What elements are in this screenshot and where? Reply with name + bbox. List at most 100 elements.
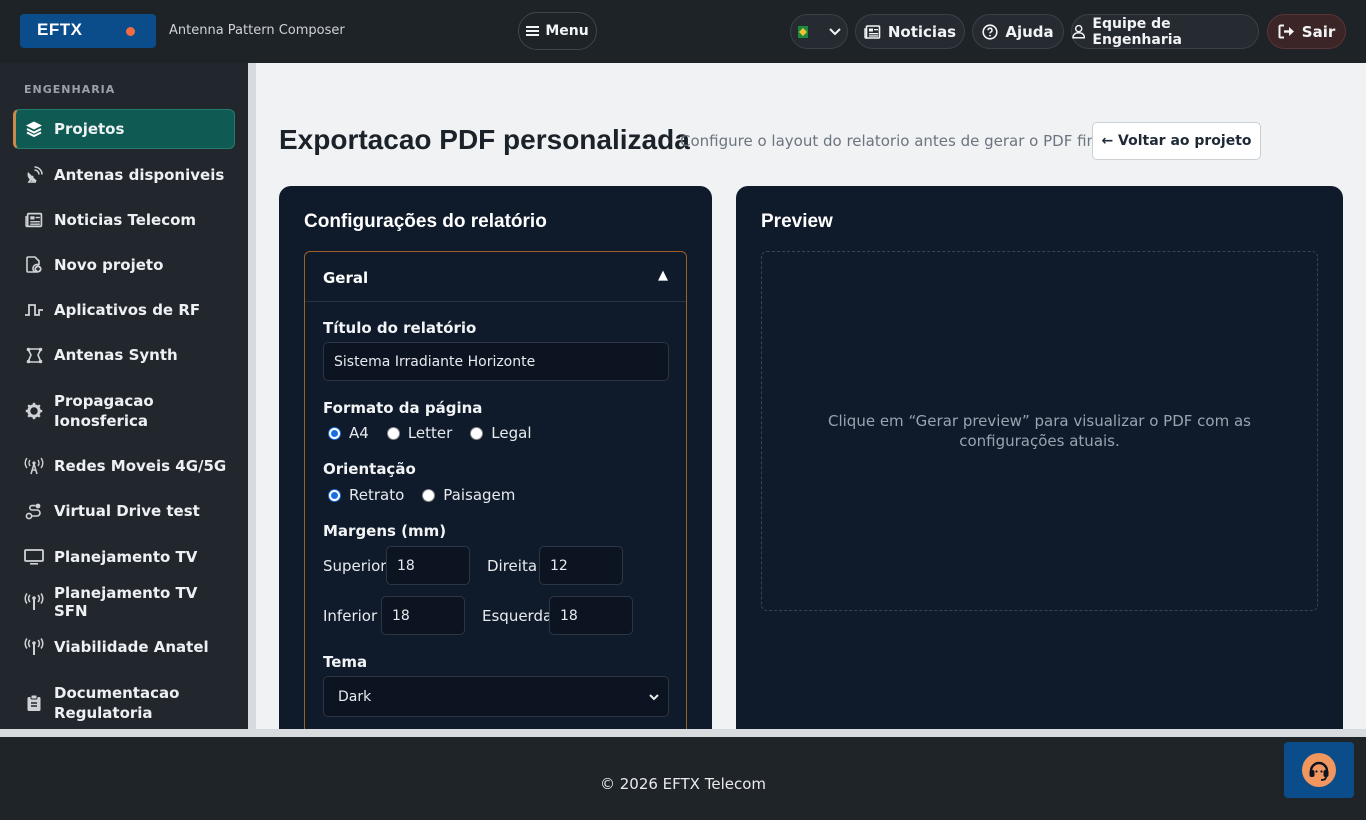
- logout-button[interactable]: Sair: [1267, 14, 1346, 49]
- app-subtitle: Antenna Pattern Composer: [169, 23, 345, 38]
- format-radio-a4[interactable]: A4: [328, 424, 369, 442]
- orientation-radio-retrato[interactable]: Retrato: [328, 486, 404, 504]
- menu-label: Menu: [545, 23, 589, 39]
- support-chat-button[interactable]: [1284, 742, 1354, 798]
- theme-selected-value: Dark: [338, 688, 372, 705]
- route-icon: [23, 500, 45, 522]
- margin-top-input[interactable]: 18: [386, 546, 470, 585]
- exit-label: Sair: [1301, 22, 1336, 41]
- general-accordion-header[interactable]: Geral ▲: [305, 252, 686, 302]
- sidebar: ENGENHARIA Projetos Antenas disponiveis …: [0, 63, 248, 729]
- sidebar-item-novo-projeto[interactable]: Novo projeto: [13, 254, 235, 276]
- radio-label: Legal: [491, 424, 532, 442]
- sidebar-item-projetos[interactable]: Projetos: [13, 109, 235, 149]
- brand-name: EFTX: [37, 20, 83, 39]
- sidebar-item-propagacao-ionosferica[interactable]: Propagacao Ionosferica: [13, 391, 235, 431]
- sidebar-item-antenas-synth[interactable]: Antenas Synth: [13, 344, 235, 366]
- sidebar-item-label: Propagacao Ionosferica: [54, 392, 154, 430]
- orientation-label: Orientação: [323, 460, 416, 478]
- sidebar-item-virtual-drive-test[interactable]: Virtual Drive test: [13, 500, 235, 522]
- sidebar-item-label: Redes Moveis 4G/5G: [54, 457, 227, 475]
- caret-up-icon: ▲: [658, 268, 668, 283]
- report-settings-card: Configurações do relatório Geral ▲ Títul…: [279, 186, 712, 729]
- news-button[interactable]: Noticias: [855, 14, 965, 49]
- page-description: Configure o layout do relatorio antes de…: [680, 132, 1115, 150]
- theme-select[interactable]: Dark: [323, 676, 669, 717]
- chevron-down-icon: [828, 27, 841, 35]
- team-label: Equipe de Engenharia: [1092, 15, 1182, 48]
- layers-icon: [23, 118, 45, 140]
- gear-icon: [23, 400, 45, 422]
- brand-logo[interactable]: EFTX: [20, 14, 156, 48]
- preview-area: Clique em “Gerar preview” para visualiza…: [761, 251, 1318, 611]
- margin-left-label: Esquerda: [482, 607, 553, 625]
- broadcast-icon: [23, 636, 45, 658]
- footer: © 2026 EFTX Telecom: [0, 737, 1366, 820]
- user-icon: [1072, 24, 1086, 39]
- footer-separator: [0, 729, 1366, 737]
- accordion-title: Geral: [323, 269, 369, 287]
- theme-label: Tema: [323, 653, 368, 671]
- sidebar-item-redes-moveis[interactable]: Redes Moveis 4G/5G: [13, 455, 235, 477]
- radio-indicator: [470, 426, 484, 440]
- margin-left-input[interactable]: 18: [549, 596, 633, 635]
- sidebar-item-aplicativos-rf[interactable]: Aplicativos de RF: [13, 299, 235, 321]
- synth-shape-icon: [23, 344, 45, 366]
- hamburger-icon: [526, 26, 540, 36]
- radio-selected-indicator: [328, 426, 341, 440]
- satellite-dish-icon: [23, 164, 45, 186]
- radio-label: Letter: [407, 424, 453, 442]
- menu-button[interactable]: Menu: [518, 12, 597, 50]
- margin-bottom-label: Inferior: [323, 607, 378, 625]
- user-team-button[interactable]: Equipe de Engenharia: [1071, 14, 1259, 49]
- sidebar-divider: [248, 63, 256, 729]
- format-radio-legal[interactable]: Legal: [470, 424, 532, 442]
- sidebar-item-label: Planejamento TV SFN: [54, 584, 198, 620]
- back-to-project-button[interactable]: ← Voltar ao projeto: [1092, 122, 1261, 160]
- sidebar-item-label: Documentacao Regulatoria: [54, 684, 180, 722]
- preview-placeholder: Clique em “Gerar preview” para visualiza…: [828, 412, 1251, 450]
- orientation-radio-paisagem[interactable]: Paisagem: [422, 486, 515, 504]
- clipboard-icon: [23, 692, 45, 714]
- sidebar-item-noticias-telecom[interactable]: Noticias Telecom: [13, 209, 235, 231]
- sidebar-item-documentacao-regulatoria[interactable]: Documentacao Regulatoria: [13, 683, 235, 723]
- general-accordion: Geral ▲ Título do relatório Sistema Irra…: [304, 251, 687, 729]
- margin-right-label: Direita: [487, 557, 538, 575]
- radio-selected-indicator: [328, 488, 341, 502]
- sidebar-item-label: Antenas disponiveis: [54, 166, 225, 184]
- brand-status-dot: [126, 27, 135, 36]
- sidebar-item-planejamento-tv[interactable]: Planejamento TV: [13, 546, 235, 568]
- sidebar-item-viabilidade-anatel[interactable]: Viabilidade Anatel: [13, 636, 235, 658]
- margin-bottom-input[interactable]: 18: [381, 596, 465, 635]
- format-radio-letter[interactable]: Letter: [386, 424, 453, 442]
- top-bar: EFTX Antenna Pattern Composer Menu Notic…: [0, 0, 1366, 63]
- headset-icon: [1302, 753, 1336, 787]
- newspaper-icon: [864, 24, 881, 39]
- news-label: Noticias: [887, 22, 957, 41]
- sidebar-section-title: ENGENHARIA: [24, 83, 116, 96]
- sidebar-item-label: Noticias Telecom: [54, 211, 197, 229]
- radio-indicator: [422, 488, 436, 502]
- settings-card-title: Configurações do relatório: [304, 211, 547, 232]
- file-plus-icon: [23, 254, 45, 276]
- page-format-group: A4 Letter Legal: [328, 424, 532, 442]
- sidebar-item-planejamento-tv-sfn[interactable]: Planejamento TV SFN: [13, 584, 235, 620]
- tower-icon: [23, 455, 45, 477]
- waveform-icon: [23, 299, 45, 321]
- sidebar-item-label: Novo projeto: [54, 256, 164, 274]
- radio-label: Retrato: [349, 486, 405, 504]
- help-button[interactable]: Ajuda: [972, 14, 1064, 49]
- radio-indicator: [386, 426, 400, 440]
- broadcast-icon: [23, 591, 45, 613]
- margin-right-input[interactable]: 12: [539, 546, 623, 585]
- radio-label: A4: [349, 424, 369, 442]
- report-title-input[interactable]: Sistema Irradiante Horizonte: [323, 342, 669, 381]
- orientation-group: Retrato Paisagem: [328, 486, 515, 504]
- sidebar-item-antenas-disponiveis[interactable]: Antenas disponiveis: [13, 164, 235, 186]
- language-select[interactable]: [790, 14, 848, 49]
- question-circle-icon: [982, 23, 998, 40]
- sidebar-item-label: Antenas Synth: [54, 346, 178, 364]
- preview-card-title: Preview: [761, 211, 833, 232]
- sign-out-icon: [1278, 24, 1294, 39]
- report-title-label: Título do relatório: [323, 319, 477, 337]
